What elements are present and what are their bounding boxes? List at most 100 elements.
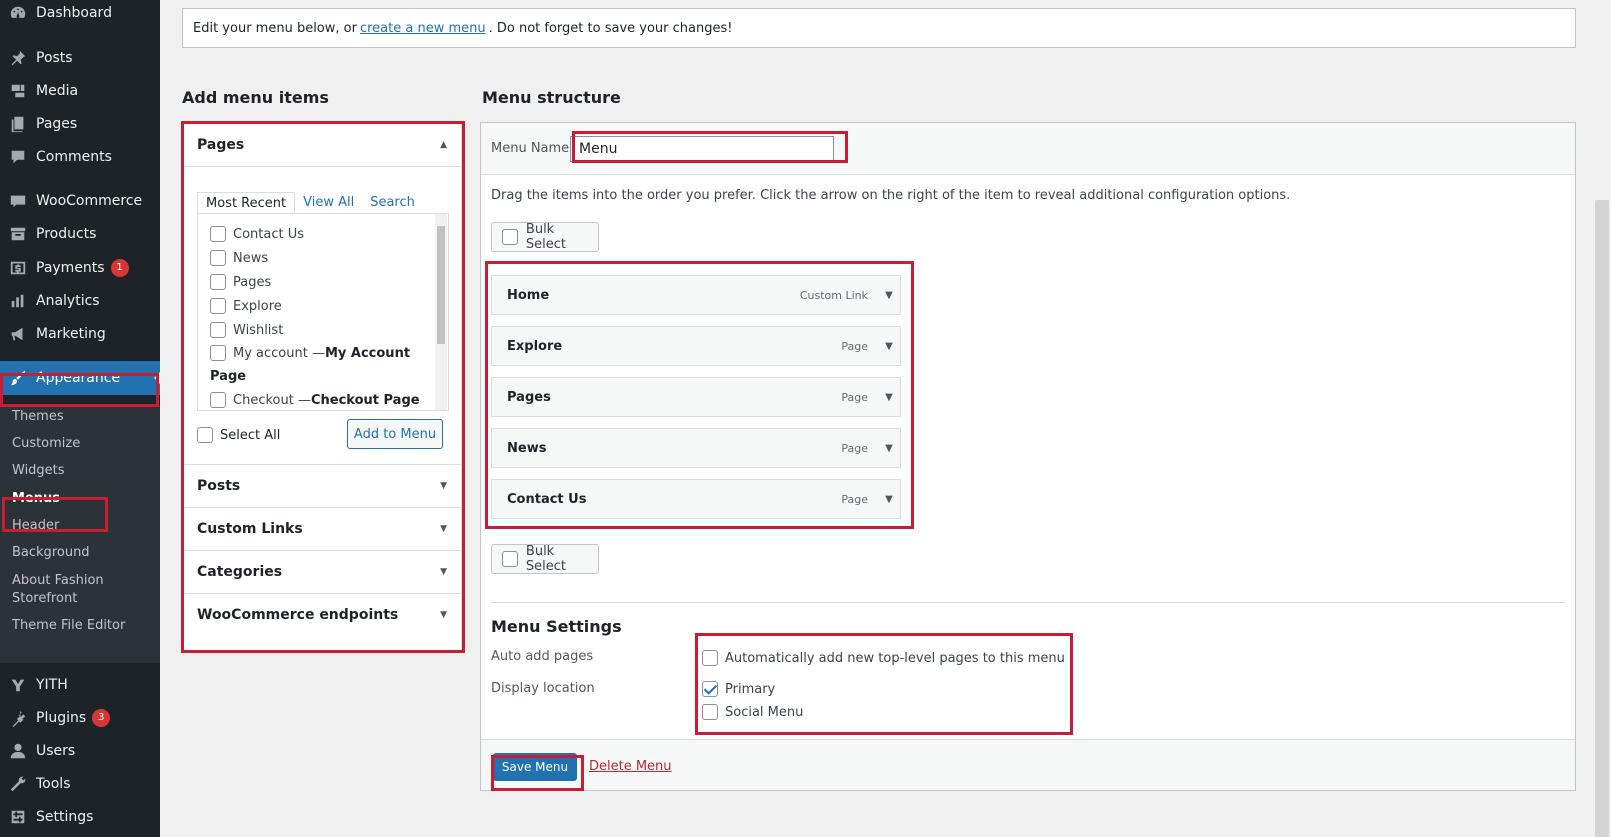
tab-search[interactable]: Search xyxy=(362,192,423,214)
checkbox[interactable] xyxy=(210,274,226,290)
auto-add-option-label: Automatically add new top-level pages to… xyxy=(725,650,1065,666)
submenu-about-line1: About Fashion xyxy=(12,573,104,588)
nav-label: WooCommerce xyxy=(36,193,143,209)
notice-text-before: Edit your menu below, or xyxy=(193,20,357,36)
expand-arrow-icon[interactable]: ▼ xyxy=(878,392,900,403)
nav-label: Media xyxy=(36,83,79,99)
checklist-scroll-thumb[interactable] xyxy=(437,226,445,344)
page-checkbox-row[interactable]: News xyxy=(210,250,268,266)
appearance-submenu: Themes Customize Widgets Menus Header Ba… xyxy=(0,405,160,663)
tab-view-all[interactable]: View All xyxy=(295,192,362,214)
plug-icon xyxy=(0,701,36,735)
menu-item-title: News xyxy=(507,440,547,456)
posts-section-header[interactable]: Posts ▼ xyxy=(183,464,461,507)
menu-name-input[interactable]: Menu xyxy=(570,136,834,162)
section-title: Categories xyxy=(197,564,283,580)
checkbox[interactable] xyxy=(210,322,226,338)
nav-analytics[interactable]: Analytics xyxy=(0,284,160,318)
menu-item[interactable]: Pages Page ▼ xyxy=(491,377,901,417)
location-social-menu[interactable]: Social Menu xyxy=(702,704,803,720)
page-checkbox-row[interactable]: My account — My Account xyxy=(210,345,410,361)
plugins-count-badge: 3 xyxy=(92,709,111,727)
auto-add-checkbox[interactable] xyxy=(702,650,718,666)
submenu-widgets[interactable]: Widgets xyxy=(12,462,65,480)
page-checkbox-row[interactable]: Explore xyxy=(210,298,282,314)
submenu-menus[interactable]: Menus xyxy=(12,490,60,508)
menu-item[interactable]: Contact Us Page ▼ xyxy=(491,479,901,519)
menu-settings-heading: Menu Settings xyxy=(491,617,622,636)
checkbox[interactable] xyxy=(502,229,518,245)
nav-settings[interactable]: Settings xyxy=(0,800,160,834)
categories-section-header[interactable]: Categories ▼ xyxy=(183,550,461,593)
social-menu-checkbox[interactable] xyxy=(702,704,718,720)
nav-label: Marketing xyxy=(36,326,106,342)
nav-label: YITH xyxy=(36,677,68,693)
pages-checklist[interactable]: Contact Us News Pages Explore Wishlist M… xyxy=(197,213,449,411)
submenu-header[interactable]: Header xyxy=(12,517,59,535)
add-to-menu-button[interactable]: Add to Menu xyxy=(347,419,443,449)
expand-arrow-icon[interactable]: ▼ xyxy=(878,494,900,505)
delete-menu-link[interactable]: Delete Menu xyxy=(589,759,672,774)
page-checkbox-row[interactable]: Contact Us xyxy=(210,226,304,242)
section-title: WooCommerce endpoints xyxy=(197,607,399,623)
checkbox[interactable] xyxy=(210,298,226,314)
nav-appearance[interactable]: Appearance xyxy=(0,361,160,395)
submenu-about-theme[interactable]: About Fashion Storefront xyxy=(12,572,104,608)
page-scrollbar[interactable] xyxy=(1593,0,1611,837)
page-scroll-thumb[interactable] xyxy=(1595,200,1609,837)
pages-section-header[interactable]: Pages ▲ xyxy=(183,123,461,166)
location-primary[interactable]: Primary xyxy=(702,681,775,697)
nav-dashboard[interactable]: Dashboard xyxy=(0,0,160,30)
nav-yith[interactable]: YITH xyxy=(0,668,160,702)
menu-item[interactable]: News Page ▼ xyxy=(491,428,901,468)
nav-plugins[interactable]: Plugins 3 xyxy=(0,701,160,735)
submenu-themes[interactable]: Themes xyxy=(12,408,64,426)
nav-marketing[interactable]: Marketing xyxy=(0,317,160,351)
checkbox[interactable] xyxy=(210,250,226,266)
woocommerce-endpoints-section-header[interactable]: WooCommerce endpoints ▼ xyxy=(183,593,461,636)
page-checkbox-row[interactable]: Checkout — Checkout Page xyxy=(210,392,420,408)
nav-tools[interactable]: Tools xyxy=(0,767,160,801)
nav-media[interactable]: Media xyxy=(0,74,160,108)
checkbox[interactable] xyxy=(210,345,226,361)
select-all-checkbox[interactable] xyxy=(197,427,213,443)
nav-payments[interactable]: Payments 1 xyxy=(0,251,160,285)
page-checkbox-row[interactable]: Pages xyxy=(210,274,271,290)
arrow-down-icon: ▼ xyxy=(440,610,447,620)
nav-pages[interactable]: Pages xyxy=(0,107,160,141)
add-items-accordion: Pages ▲ Most Recent View All Search Cont… xyxy=(182,122,462,651)
submenu-background[interactable]: Background xyxy=(12,544,90,562)
select-all-row[interactable]: Select All xyxy=(197,427,280,443)
checkbox[interactable] xyxy=(210,226,226,242)
custom-links-section-header[interactable]: Custom Links ▼ xyxy=(183,507,461,550)
auto-add-option[interactable]: Automatically add new top-level pages to… xyxy=(702,650,1065,666)
checkbox[interactable] xyxy=(502,551,518,567)
menu-name-bar: Menu Name Menu xyxy=(481,123,1575,175)
expand-arrow-icon[interactable]: ▼ xyxy=(878,290,900,301)
nav-comments[interactable]: Comments xyxy=(0,140,160,174)
create-new-menu-link[interactable]: create a new menu xyxy=(360,21,486,36)
submenu-customize[interactable]: Customize xyxy=(12,435,80,453)
nav-users[interactable]: Users xyxy=(0,734,160,768)
nav-woocommerce[interactable]: WooCommerce xyxy=(0,184,160,218)
tab-most-recent[interactable]: Most Recent xyxy=(197,192,296,214)
submenu-theme-file-editor[interactable]: Theme File Editor xyxy=(12,617,125,635)
nav-products[interactable]: Products xyxy=(0,217,160,251)
comment-icon xyxy=(0,140,36,174)
menu-item-type: Page xyxy=(841,390,868,404)
menu-item-type: Custom Link xyxy=(799,288,868,302)
nav-posts[interactable]: Posts xyxy=(0,41,160,75)
menu-item[interactable]: Home Custom Link ▼ xyxy=(491,275,901,315)
checkbox[interactable] xyxy=(210,392,226,408)
page-checkbox-row[interactable]: Wishlist xyxy=(210,322,283,338)
expand-arrow-icon[interactable]: ▼ xyxy=(878,443,900,454)
primary-checkbox[interactable] xyxy=(702,681,718,697)
menu-item[interactable]: Explore Page ▼ xyxy=(491,326,901,366)
bulk-select-button-top[interactable]: Bulk Select xyxy=(491,222,599,252)
page-label: Wishlist xyxy=(233,322,284,338)
page-label: Checkout — xyxy=(233,392,311,408)
section-title: Pages xyxy=(197,136,245,153)
expand-arrow-icon[interactable]: ▼ xyxy=(878,341,900,352)
save-menu-button[interactable]: Save Menu xyxy=(493,753,577,781)
bulk-select-button-bottom[interactable]: Bulk Select xyxy=(491,544,599,574)
